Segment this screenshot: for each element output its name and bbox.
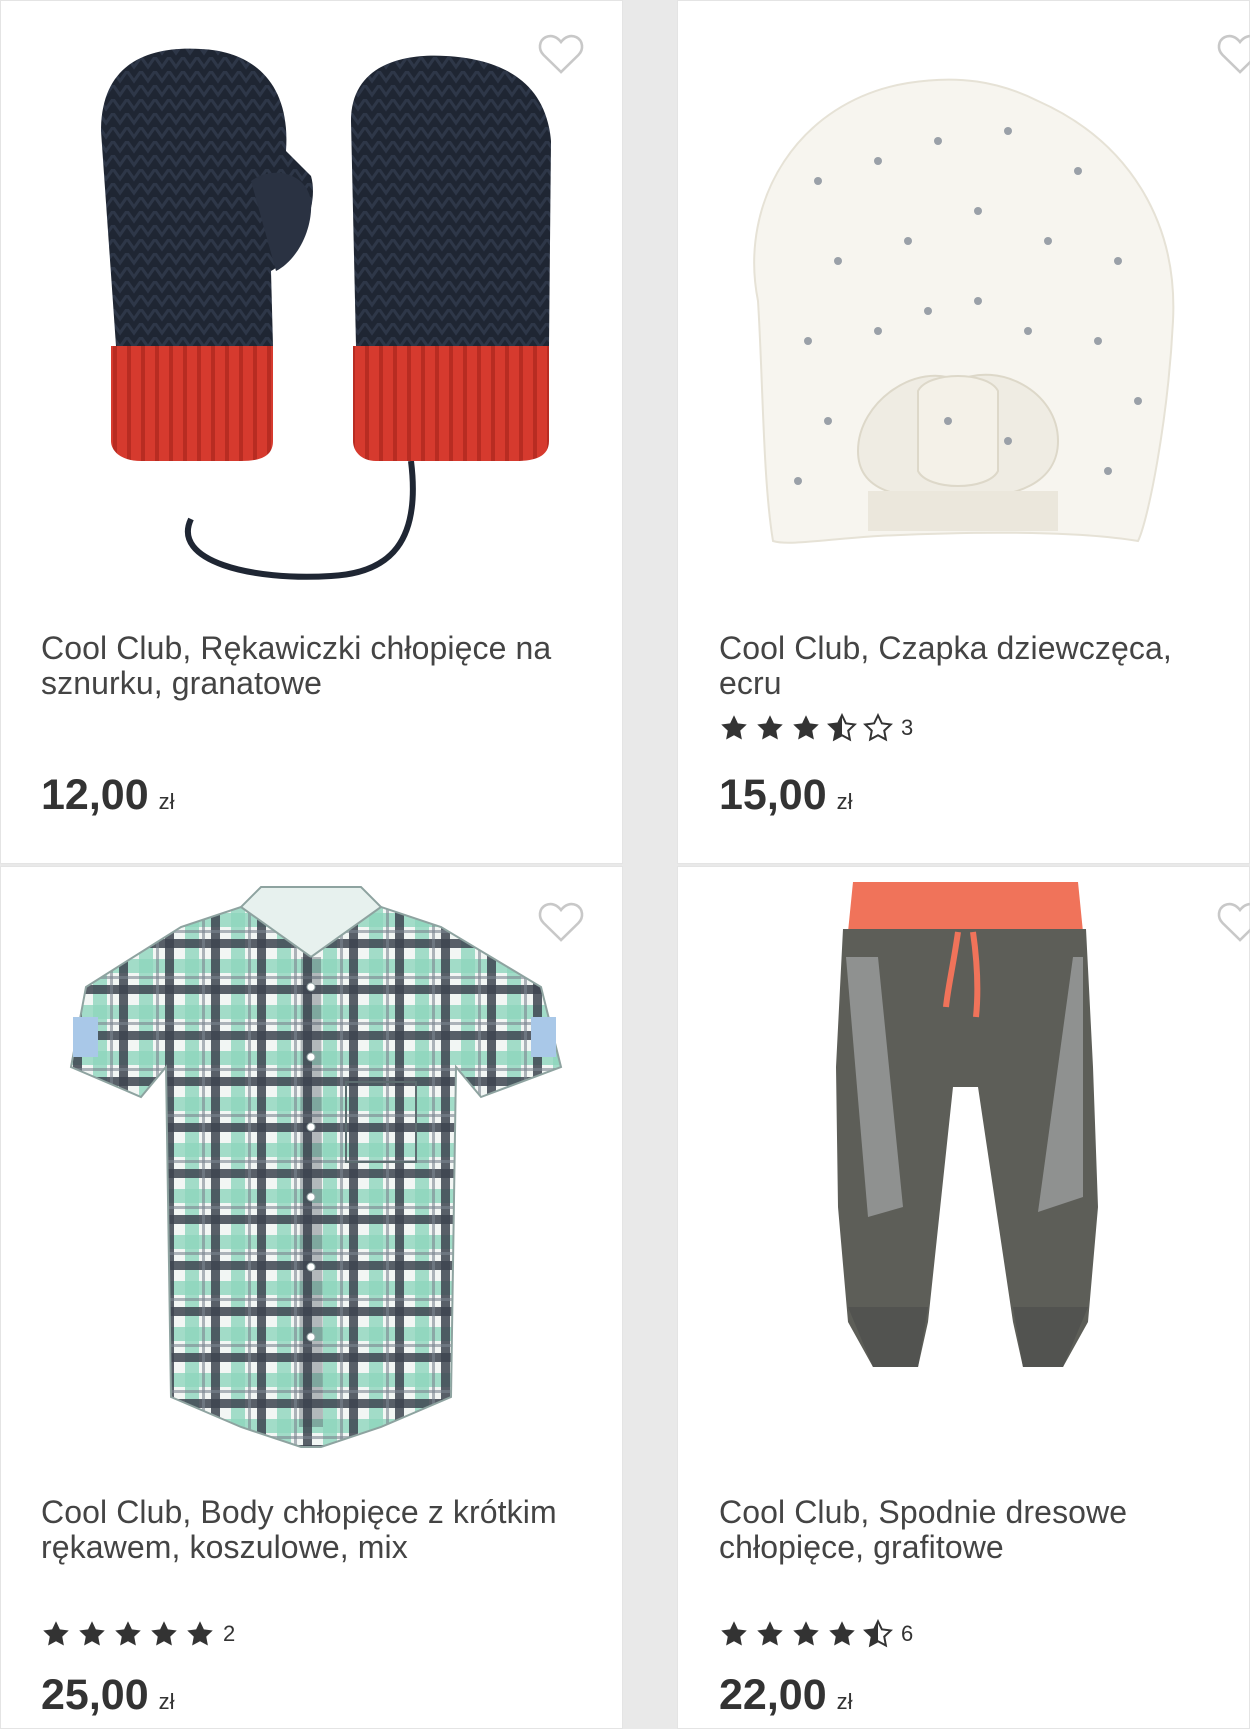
heart-icon[interactable] [1215,899,1250,943]
star-full-icon [721,1621,747,1646]
price-value: 25,00 [41,1671,149,1719]
heart-icon[interactable] [536,899,586,943]
heart-icon[interactable] [1215,31,1250,75]
product-price: 12,00 zł [41,771,175,820]
star-full-icon [721,715,747,740]
star-full-icon [43,1621,69,1646]
product-card[interactable]: Cool Club, Rękawiczki chłopięce na sznur… [0,0,623,864]
rating-count: 2 [223,1621,236,1646]
product-price: 22,00 zł [719,1671,853,1720]
price-currency: zł [158,1689,175,1714]
star-full-icon [187,1621,213,1646]
star-half-icon [828,714,856,741]
sweatpants-image[interactable] [678,867,1250,1467]
star-empty-icon [864,714,892,741]
price-value: 22,00 [719,1671,827,1719]
plaid-bodysuit-image[interactable] [1,867,624,1467]
mittens-image[interactable] [1,1,624,601]
star-full-icon [79,1621,105,1646]
product-title[interactable]: Cool Club, Spodnie dresowe chłopięce, gr… [719,1495,1219,1565]
star-full-icon [829,1621,855,1646]
rating-stars: 3 [719,713,913,743]
star-full-icon [793,1621,819,1646]
product-title[interactable]: Cool Club, Czapka dziewczęca, ecru [719,631,1219,701]
rating-stars: 6 [719,1619,913,1649]
turban-hat-image[interactable] [678,1,1250,601]
star-full-icon [757,1621,783,1646]
product-card[interactable]: Cool Club, Spodnie dresowe chłopięce, gr… [677,866,1250,1729]
star-full-icon [115,1621,141,1646]
price-value: 12,00 [41,771,149,819]
price-currency: zł [836,1689,853,1714]
product-price: 25,00 zł [41,1671,175,1720]
star-half-icon [864,1620,892,1647]
rating-stars: 2 [41,1619,235,1649]
star-full-icon [757,715,783,740]
star-full-icon [151,1621,177,1646]
rating-count: 6 [901,1621,914,1646]
product-card[interactable]: Cool Club, Czapka dziewczęca, ecru 3 15,… [677,0,1250,864]
rating-count: 3 [901,715,914,740]
product-title[interactable]: Cool Club, Body chłopięce z krótkim ręka… [41,1495,601,1565]
price-currency: zł [836,789,853,814]
product-card[interactable]: Cool Club, Body chłopięce z krótkim ręka… [0,866,623,1729]
heart-icon[interactable] [536,31,586,75]
price-value: 15,00 [719,771,827,819]
star-full-icon [793,715,819,740]
price-currency: zł [158,789,175,814]
product-title[interactable]: Cool Club, Rękawiczki chłopięce na sznur… [41,631,601,701]
product-price: 15,00 zł [719,771,853,820]
